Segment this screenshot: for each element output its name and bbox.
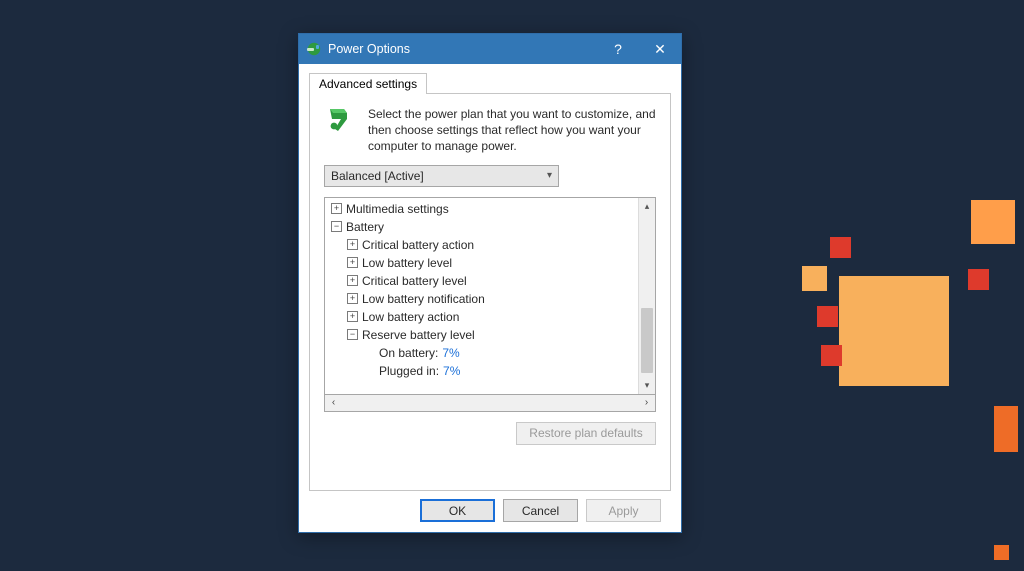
tree-item-critical-action[interactable]: + Critical battery action (329, 236, 638, 254)
on-battery-value: 7% (442, 346, 459, 360)
tree-item-low-level[interactable]: + Low battery level (329, 254, 638, 272)
window-title: Power Options (328, 42, 597, 56)
client-area: Advanced settings Select the power plan … (299, 64, 681, 532)
tree-horizontal-scrollbar[interactable]: ‹ › (324, 395, 656, 412)
plugged-in-value: 7% (443, 364, 460, 378)
bg-square (839, 276, 949, 386)
tree-vertical-scrollbar[interactable]: ▴ ▾ (638, 198, 655, 394)
scroll-left-icon[interactable]: ‹ (325, 395, 342, 411)
power-plan-icon (324, 106, 358, 155)
power-options-dialog: Power Options ? ✕ Advanced settings Sele… (298, 33, 682, 533)
collapse-icon[interactable]: − (347, 329, 358, 340)
titlebar[interactable]: Power Options ? ✕ (299, 34, 681, 64)
bg-square (994, 406, 1018, 452)
expand-icon[interactable]: + (347, 293, 358, 304)
scroll-down-icon[interactable]: ▾ (639, 377, 655, 394)
ok-button[interactable]: OK (420, 499, 495, 522)
bg-square (994, 545, 1009, 560)
bg-square (821, 345, 842, 366)
settings-tree[interactable]: + Multimedia settings − Battery + Critic… (324, 197, 656, 395)
scroll-thumb[interactable] (641, 308, 653, 373)
expand-icon[interactable]: + (347, 275, 358, 286)
tree-item-multimedia[interactable]: + Multimedia settings (329, 200, 638, 218)
expand-icon[interactable]: + (347, 239, 358, 250)
collapse-icon[interactable]: − (331, 221, 342, 232)
scroll-right-icon[interactable]: › (638, 395, 655, 411)
expand-icon[interactable]: + (331, 203, 342, 214)
tree-item-reserve-level[interactable]: − Reserve battery level (329, 326, 638, 344)
tree-item-battery[interactable]: − Battery (329, 218, 638, 236)
expand-icon[interactable]: + (347, 311, 358, 322)
bg-square (802, 266, 827, 291)
tree-item-low-notification[interactable]: + Low battery notification (329, 290, 638, 308)
tree-item-low-action[interactable]: + Low battery action (329, 308, 638, 326)
power-plan-selected: Balanced [Active] (331, 169, 424, 183)
tab-strip: Advanced settings (309, 71, 671, 93)
apply-button[interactable]: Apply (586, 499, 661, 522)
power-options-icon (306, 41, 322, 57)
tab-page: Select the power plan that you want to c… (309, 93, 671, 491)
tree-value-plugged-in[interactable]: Plugged in: 7% (329, 362, 638, 380)
close-button[interactable]: ✕ (639, 34, 681, 64)
hscroll-track[interactable] (342, 395, 638, 411)
tab-advanced-settings[interactable]: Advanced settings (309, 73, 427, 94)
intro: Select the power plan that you want to c… (324, 106, 656, 155)
restore-defaults-button[interactable]: Restore plan defaults (516, 422, 656, 445)
chevron-down-icon: ▾ (547, 170, 552, 181)
expand-icon[interactable]: + (347, 257, 358, 268)
close-icon: ✕ (654, 41, 666, 58)
tree-item-critical-level[interactable]: + Critical battery level (329, 272, 638, 290)
scroll-up-icon[interactable]: ▴ (639, 198, 655, 215)
cancel-button[interactable]: Cancel (503, 499, 578, 522)
bg-square (971, 200, 1015, 244)
tree-value-on-battery[interactable]: On battery: 7% (329, 344, 638, 362)
settings-tree-container: + Multimedia settings − Battery + Critic… (324, 197, 656, 412)
help-button[interactable]: ? (597, 34, 639, 64)
bg-square (830, 237, 851, 258)
power-plan-combo[interactable]: Balanced [Active] ▾ (324, 165, 559, 187)
bg-square (968, 269, 989, 290)
intro-text: Select the power plan that you want to c… (368, 106, 656, 155)
dialog-button-row: OK Cancel Apply (309, 491, 671, 522)
bg-square (817, 306, 838, 327)
